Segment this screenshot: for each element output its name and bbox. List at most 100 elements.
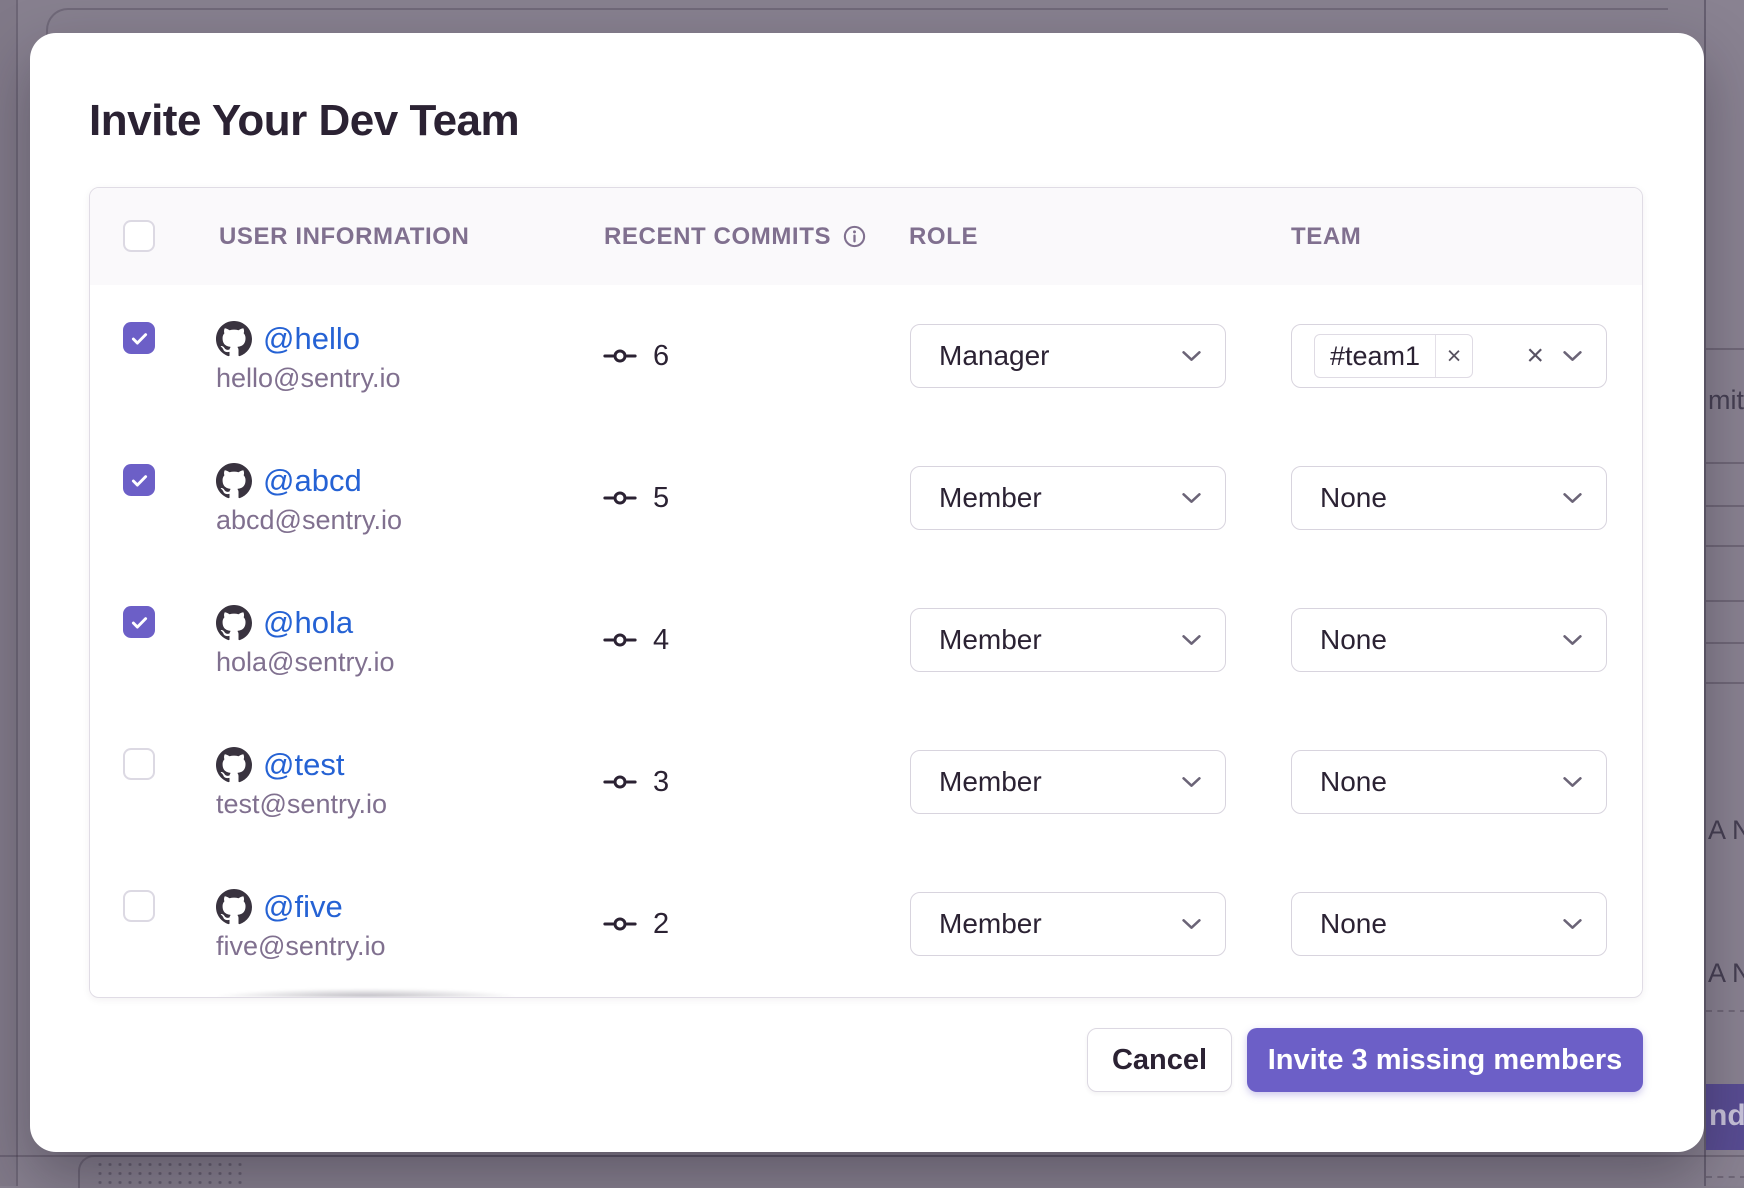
column-header-commits-label: RECENT COMMITS bbox=[604, 223, 831, 251]
invite-table: USER INFORMATION RECENT COMMITS ROLE TEA… bbox=[89, 187, 1643, 998]
team-select[interactable]: None bbox=[1291, 608, 1607, 672]
commits-cell: 2 bbox=[603, 853, 669, 995]
role-select[interactable]: Member bbox=[910, 466, 1226, 530]
underlying-row-line bbox=[1706, 545, 1744, 547]
info-icon[interactable] bbox=[843, 225, 866, 248]
column-header-team: TEAM bbox=[1291, 188, 1361, 285]
github-icon bbox=[216, 463, 252, 499]
underlying-dashed-line bbox=[1706, 1010, 1744, 1012]
commits-cell: 5 bbox=[603, 427, 669, 569]
user-info-cell: @abcd abcd@sentry.io bbox=[216, 427, 402, 569]
row-checkbox[interactable] bbox=[123, 464, 155, 496]
select-all-checkbox[interactable] bbox=[123, 220, 155, 252]
github-icon bbox=[216, 605, 252, 641]
user-info-cell: @hola hola@sentry.io bbox=[216, 569, 395, 711]
team-select[interactable]: #team1 × × bbox=[1291, 324, 1607, 388]
role-select[interactable]: Member bbox=[910, 608, 1226, 672]
user-handle-link[interactable]: @hola bbox=[263, 605, 353, 641]
chevron-down-icon bbox=[1182, 635, 1201, 646]
invite-members-button[interactable]: Invite 3 missing members bbox=[1247, 1028, 1643, 1092]
team-select-value: None bbox=[1320, 908, 1387, 940]
underlying-dashed-line bbox=[1706, 1176, 1744, 1178]
commit-count: 6 bbox=[653, 340, 669, 373]
column-header-role: ROLE bbox=[909, 188, 978, 285]
commit-count: 5 bbox=[653, 482, 669, 515]
team-select[interactable]: None bbox=[1291, 466, 1607, 530]
underlying-page-left-edge bbox=[16, 0, 18, 1186]
table-row: @test test@sentry.io 3 Member None bbox=[90, 711, 1642, 854]
table-row: @five five@sentry.io 2 Member None bbox=[90, 853, 1642, 995]
commit-count: 2 bbox=[653, 908, 669, 941]
user-email: five@sentry.io bbox=[216, 931, 385, 962]
underlying-row-line bbox=[1706, 600, 1744, 602]
commit-icon bbox=[603, 632, 637, 648]
user-handle-link[interactable]: @abcd bbox=[263, 463, 362, 499]
commit-icon bbox=[603, 774, 637, 790]
chevron-down-icon bbox=[1563, 493, 1582, 504]
user-info-cell: @five five@sentry.io bbox=[216, 853, 385, 995]
commits-cell: 3 bbox=[603, 711, 669, 853]
github-icon bbox=[216, 747, 252, 783]
commit-icon bbox=[603, 916, 637, 932]
team-chip-label: #team1 bbox=[1315, 341, 1435, 372]
underlying-page-right-strip: mit A No A No nd bbox=[1704, 0, 1744, 1186]
user-email: hello@sentry.io bbox=[216, 363, 401, 394]
role-select-value: Manager bbox=[939, 340, 1050, 372]
commits-cell: 4 bbox=[603, 569, 669, 711]
role-select-value: Member bbox=[939, 766, 1042, 798]
table-row: @hola hola@sentry.io 4 Member None bbox=[90, 569, 1642, 712]
underlying-row-line bbox=[1706, 462, 1744, 464]
chevron-down-icon bbox=[1563, 351, 1582, 362]
check-icon bbox=[129, 328, 150, 349]
check-icon bbox=[129, 470, 150, 491]
underlying-dot-texture bbox=[95, 1160, 245, 1186]
row-checkbox[interactable] bbox=[123, 748, 155, 780]
user-info-cell: @hello hello@sentry.io bbox=[216, 285, 401, 427]
role-select[interactable]: Member bbox=[910, 750, 1226, 814]
cancel-button[interactable]: Cancel bbox=[1087, 1028, 1232, 1092]
table-row: @abcd abcd@sentry.io 5 Member None bbox=[90, 427, 1642, 570]
underlying-row-line bbox=[1706, 505, 1744, 507]
chevron-down-icon bbox=[1182, 493, 1201, 504]
user-email: abcd@sentry.io bbox=[216, 505, 402, 536]
row-checkbox[interactable] bbox=[123, 606, 155, 638]
underlying-row-line bbox=[1706, 642, 1744, 644]
clear-selection-icon[interactable]: × bbox=[1526, 341, 1544, 371]
role-select[interactable]: Member bbox=[910, 892, 1226, 956]
team-select-value: None bbox=[1320, 766, 1387, 798]
column-header-commits: RECENT COMMITS bbox=[604, 188, 866, 285]
underlying-panel-bottom-corner bbox=[78, 1155, 1580, 1188]
user-email: test@sentry.io bbox=[216, 789, 387, 820]
team-chip: #team1 × bbox=[1314, 334, 1473, 378]
commit-icon bbox=[603, 348, 637, 364]
user-info-cell: @test test@sentry.io bbox=[216, 711, 387, 853]
commit-count: 4 bbox=[653, 624, 669, 657]
github-icon bbox=[216, 889, 252, 925]
table-row: @hello hello@sentry.io 6 Manager #team1 … bbox=[90, 285, 1642, 428]
user-handle-link[interactable]: @test bbox=[263, 747, 344, 783]
table-header-row: USER INFORMATION RECENT COMMITS ROLE TEA… bbox=[90, 188, 1642, 286]
remove-team-icon[interactable]: × bbox=[1435, 335, 1472, 377]
role-select[interactable]: Manager bbox=[910, 324, 1226, 388]
github-icon bbox=[216, 321, 252, 357]
role-select-value: Member bbox=[939, 624, 1042, 656]
chevron-down-icon bbox=[1563, 777, 1582, 788]
row-checkbox[interactable] bbox=[123, 322, 155, 354]
commits-cell: 6 bbox=[603, 285, 669, 427]
role-select-value: Member bbox=[939, 482, 1042, 514]
chevron-down-icon bbox=[1182, 919, 1201, 930]
row-checkbox[interactable] bbox=[123, 890, 155, 922]
team-select[interactable]: None bbox=[1291, 892, 1607, 956]
underlying-page-left-column bbox=[0, 0, 16, 1186]
team-select-value: None bbox=[1320, 482, 1387, 514]
role-select-value: Member bbox=[939, 908, 1042, 940]
user-email: hola@sentry.io bbox=[216, 647, 395, 678]
underlying-row-line bbox=[1706, 682, 1744, 684]
chevron-down-icon bbox=[1563, 635, 1582, 646]
commit-count: 3 bbox=[653, 766, 669, 799]
team-select[interactable]: None bbox=[1291, 750, 1607, 814]
user-handle-link[interactable]: @hello bbox=[263, 321, 360, 357]
user-handle-link[interactable]: @five bbox=[263, 889, 343, 925]
modal-title: Invite Your Dev Team bbox=[89, 96, 519, 146]
check-icon bbox=[129, 612, 150, 633]
